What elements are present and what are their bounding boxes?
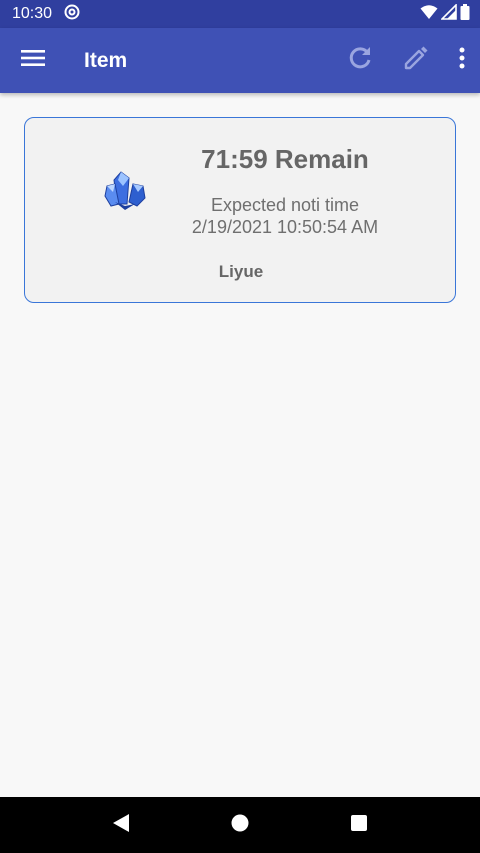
recents-button[interactable] [329,797,389,853]
home-button[interactable] [210,797,270,853]
at-sign-icon [64,4,80,25]
crystal-icon [103,168,149,214]
wifi-icon [420,4,438,25]
region-name: Liyue [218,262,264,281]
expected-notification: Expected noti time 2/19/2021 10:50:54 AM [170,194,400,238]
app-bar: Item [0,28,480,93]
status-time: 10:30 [12,5,53,22]
expected-time: 2/19/2021 10:50:54 AM [191,217,379,237]
refresh-icon [346,44,374,77]
signal-icon [440,2,457,25]
home-icon [230,813,250,838]
edit-button[interactable] [388,28,444,93]
item-card[interactable]: 71:59 Remain Expected noti time 2/19/202… [24,117,456,303]
app-title: Item [84,48,128,72]
battery-icon [460,3,470,25]
recents-icon [350,814,368,837]
back-button[interactable] [91,797,151,853]
refresh-button[interactable] [332,28,388,93]
remaining-time: 71:59 Remain [201,144,369,174]
content-area: 71:59 Remain Expected noti time 2/19/202… [0,93,480,797]
expected-label: Expected noti time [210,195,360,215]
edit-icon [402,44,430,77]
back-icon [112,813,130,838]
more-options-button[interactable] [444,28,480,93]
navigation-bar [0,797,480,853]
menu-button[interactable] [0,28,66,93]
more-vert-icon [459,47,465,74]
menu-icon [21,48,45,73]
status-bar: 10:30 [0,0,480,28]
